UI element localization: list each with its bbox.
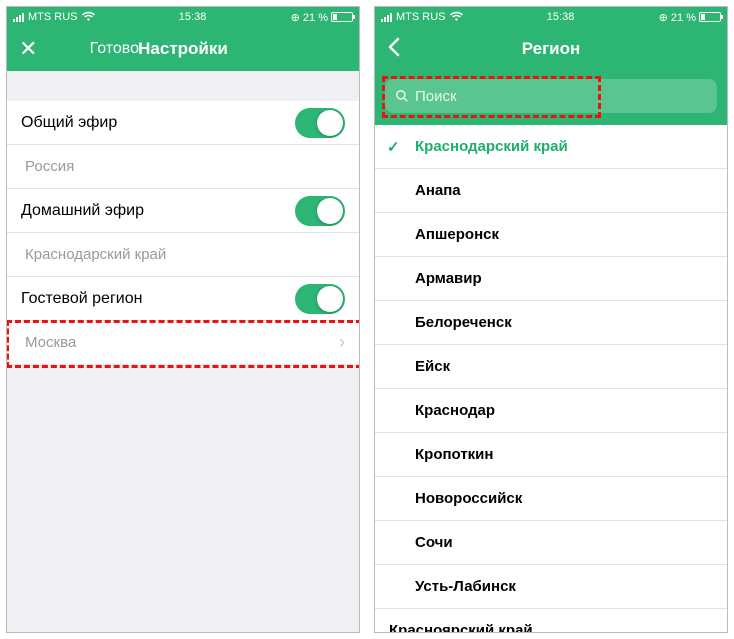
chevron-right-icon: › bbox=[339, 332, 345, 353]
battery-percent: ⊕ 21 % bbox=[659, 11, 696, 24]
row-guest-region-toggle: Гостевой регион bbox=[7, 277, 359, 321]
region-city-item[interactable]: Кропоткин bbox=[375, 433, 727, 477]
region-city-item[interactable]: Апшеронск bbox=[375, 213, 727, 257]
status-bar: MTS RUS 15:38 ⊕ 21 % bbox=[7, 7, 359, 27]
done-button[interactable]: Готово bbox=[79, 40, 139, 58]
region-city-item[interactable]: Краснодар bbox=[375, 389, 727, 433]
city-label: Сочи bbox=[415, 534, 453, 551]
carrier-label: MTS RUS bbox=[28, 11, 78, 23]
nav-bar: Регион bbox=[375, 27, 727, 71]
region-city-item[interactable]: Усть-Лабинск bbox=[375, 565, 727, 609]
chevron-left-icon bbox=[387, 44, 401, 61]
region-item-selected[interactable]: ✓ Краснодарский край bbox=[375, 125, 727, 169]
row-general-broadcast: Общий эфир bbox=[7, 101, 359, 145]
region-city-item[interactable]: Анапа bbox=[375, 169, 727, 213]
city-label: Апшеронск bbox=[415, 226, 499, 243]
close-button[interactable]: ✕ bbox=[19, 38, 79, 61]
row-general-region[interactable]: Россия bbox=[7, 145, 359, 189]
back-button[interactable] bbox=[387, 37, 447, 62]
city-label: Кропоткин bbox=[415, 446, 493, 463]
search-icon bbox=[395, 89, 409, 103]
phone-settings: MTS RUS 15:38 ⊕ 21 % ✕ Настройки Готово … bbox=[6, 6, 360, 633]
nav-bar: ✕ Настройки Готово bbox=[7, 27, 359, 71]
city-label: Краснодар bbox=[415, 402, 495, 419]
battery-percent: ⊕ 21 % bbox=[291, 11, 328, 24]
search-placeholder: Поиск bbox=[415, 88, 457, 105]
city-label: Ейск bbox=[415, 358, 450, 375]
row-sub-label: Москва bbox=[25, 334, 339, 351]
region-list[interactable]: ✓ Краснодарский край Анапа Апшеронск Армав… bbox=[375, 125, 727, 632]
checkmark-icon: ✓ bbox=[387, 138, 400, 156]
toggle-guest[interactable] bbox=[295, 284, 345, 314]
region-city-item[interactable]: Белореченск bbox=[375, 301, 727, 345]
clock: 15:38 bbox=[95, 11, 291, 23]
region-city-item[interactable]: Сочи bbox=[375, 521, 727, 565]
row-home-broadcast: Домашний эфир bbox=[7, 189, 359, 233]
row-label: Гостевой регион bbox=[21, 290, 295, 308]
search-container: Поиск bbox=[375, 71, 727, 125]
city-label: Усть-Лабинск bbox=[415, 578, 516, 595]
row-guest-region[interactable]: Москва › bbox=[7, 321, 359, 365]
region-label: Краснодарский край bbox=[415, 138, 568, 155]
wifi-icon bbox=[82, 11, 95, 24]
signal-icon bbox=[13, 13, 24, 22]
region-city-item[interactable]: Ейск bbox=[375, 345, 727, 389]
close-icon: ✕ bbox=[19, 36, 37, 61]
row-sub-label: Краснодарский край bbox=[25, 246, 345, 263]
carrier-label: MTS RUS bbox=[396, 11, 446, 23]
battery-icon bbox=[331, 12, 353, 22]
settings-content: Общий эфир Россия Домашний эфир Краснода… bbox=[7, 71, 359, 632]
status-bar: MTS RUS 15:38 ⊕ 21 % bbox=[375, 7, 727, 27]
row-label: Общий эфир bbox=[21, 114, 295, 132]
signal-icon bbox=[381, 13, 392, 22]
city-label: Анапа bbox=[415, 182, 461, 199]
row-home-region[interactable]: Краснодарский край bbox=[7, 233, 359, 277]
city-label: Новороссийск bbox=[415, 490, 522, 507]
row-label: Домашний эфир bbox=[21, 202, 295, 220]
region-city-item[interactable]: Армавир bbox=[375, 257, 727, 301]
city-label: Армавир bbox=[415, 270, 482, 287]
city-label: Белореченск bbox=[415, 314, 512, 331]
clock: 15:38 bbox=[463, 11, 659, 23]
region-city-item[interactable]: Новороссийск bbox=[375, 477, 727, 521]
region-group-label: Красноярский край bbox=[389, 622, 533, 632]
region-group-item[interactable]: Красноярский край bbox=[375, 609, 727, 632]
toggle-home[interactable] bbox=[295, 196, 345, 226]
search-input[interactable]: Поиск bbox=[385, 79, 717, 113]
wifi-icon bbox=[450, 11, 463, 24]
row-sub-label: Россия bbox=[25, 158, 345, 175]
toggle-general[interactable] bbox=[295, 108, 345, 138]
battery-icon bbox=[699, 12, 721, 22]
phone-region: MTS RUS 15:38 ⊕ 21 % Регион Поиск ✓ Крас… bbox=[374, 6, 728, 633]
